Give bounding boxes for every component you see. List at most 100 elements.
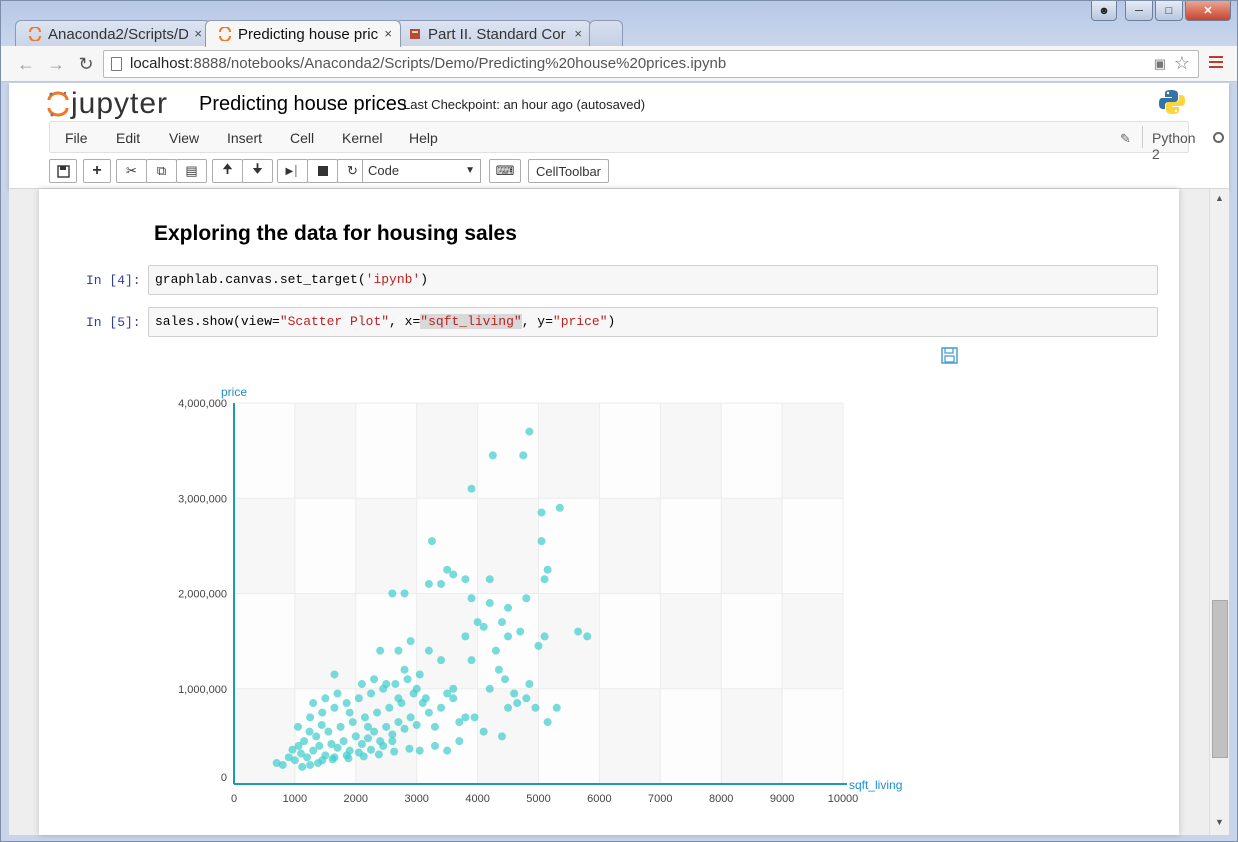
- cut-button[interactable]: ✂: [116, 159, 147, 183]
- grid-cell: [721, 593, 783, 689]
- scatter-point: [455, 737, 464, 746]
- menu-edit[interactable]: Edit: [116, 130, 140, 146]
- scatter-point: [348, 718, 357, 727]
- scatter-point: [406, 713, 415, 722]
- scatter-point: [388, 589, 397, 598]
- code-text: ): [607, 314, 616, 329]
- scroll-up-icon[interactable]: ▲: [1215, 193, 1224, 203]
- scatter-point: [415, 746, 424, 755]
- page-scrollbar[interactable]: ▲ ▼: [1209, 189, 1229, 835]
- tab-strip: Anaconda2/Scripts/D × Predicting house p…: [15, 20, 623, 47]
- code-cell-input[interactable]: sales.show(view="Scatter Plot", x="sqft_…: [148, 307, 1158, 337]
- scroll-down-icon[interactable]: ▼: [1215, 817, 1224, 827]
- menu-cell[interactable]: Cell: [290, 130, 314, 146]
- scatter-point: [303, 753, 312, 762]
- refresh-icon: ↻: [347, 163, 358, 178]
- forward-arrow-icon[interactable]: →: [45, 53, 67, 75]
- scatter-point: [437, 579, 446, 588]
- scatter-point: [382, 722, 391, 731]
- y-tick-label: 2,000,000: [178, 589, 227, 601]
- cell-type-select[interactable]: Code ▼: [362, 159, 481, 183]
- address-bar[interactable]: localhost:8888/notebooks/Anaconda2/Scrip…: [103, 50, 1199, 78]
- grid-cell: [294, 403, 356, 499]
- scatter-point: [583, 632, 592, 641]
- reload-icon[interactable]: ↻: [75, 53, 97, 75]
- scatter-point: [412, 720, 421, 729]
- translate-icon[interactable]: ▣: [1154, 51, 1166, 77]
- insert-cell-button[interactable]: +: [83, 159, 111, 183]
- canvas-save-icon[interactable]: [941, 347, 958, 364]
- code-cell-input[interactable]: graphlab.canvas.set_target('ipynb'): [148, 265, 1158, 295]
- scatter-point: [391, 679, 400, 688]
- notebook-name[interactable]: Predicting house prices: [199, 93, 407, 116]
- scatter-point: [540, 575, 549, 584]
- jupyter-logo-icon: [47, 91, 69, 117]
- tab-close-icon[interactable]: ×: [194, 26, 202, 41]
- close-window-button[interactable]: ✕: [1185, 1, 1231, 21]
- menu-file[interactable]: File: [65, 130, 88, 146]
- scatter-point: [504, 632, 513, 641]
- x-tick-label: 10000: [828, 793, 859, 805]
- scatter-point: [479, 727, 488, 736]
- scatter-point: [504, 703, 513, 712]
- scatter-point: [504, 603, 513, 612]
- scatter-point: [284, 753, 293, 762]
- chrome-menu-icon[interactable]: [1209, 56, 1223, 70]
- scatter-point: [467, 656, 476, 665]
- tab-close-icon[interactable]: ×: [384, 26, 392, 41]
- scatter-point: [363, 734, 372, 743]
- scatter-point: [494, 665, 503, 674]
- scatter-point: [359, 752, 368, 761]
- grid-cell: [234, 403, 295, 499]
- grid-cell: [234, 593, 295, 689]
- tab-part-ii-standard[interactable]: Part II. Standard Cor ×: [395, 20, 591, 47]
- paste-button[interactable]: ▤: [176, 159, 207, 183]
- scatter-point: [409, 689, 418, 698]
- scatter-point: [467, 484, 476, 493]
- run-cell-button[interactable]: ▶│: [277, 159, 308, 183]
- maximize-button[interactable]: □: [1155, 1, 1183, 21]
- bookmark-star-icon[interactable]: ☆: [1174, 50, 1190, 76]
- scatter-point: [497, 732, 506, 741]
- x-tick-label: 6000: [587, 793, 611, 805]
- interrupt-button[interactable]: [307, 159, 338, 183]
- user-profile-icon[interactable]: ☻: [1091, 1, 1117, 21]
- x-tick-label: 8000: [709, 793, 733, 805]
- minimize-button[interactable]: ─: [1125, 1, 1153, 21]
- tab-predicting-house-prices[interactable]: Predicting house pric ×: [205, 20, 401, 47]
- x-axis-label: sqft_living: [849, 778, 902, 792]
- move-up-button[interactable]: 🠉: [212, 159, 243, 183]
- command-palette-button[interactable]: ⌨: [489, 159, 521, 183]
- scatter-point: [403, 675, 412, 684]
- grid-cell: [782, 498, 843, 594]
- scrollbar-thumb[interactable]: [1212, 600, 1228, 758]
- save-button[interactable]: [49, 159, 77, 183]
- scatter-point: [424, 708, 433, 717]
- y-tick-label: 3,000,000: [178, 493, 227, 505]
- scatter-point: [344, 754, 353, 763]
- checkpoint-status: Last Checkpoint: an hour ago (autosaved): [403, 97, 646, 112]
- new-tab-button[interactable]: [589, 20, 623, 47]
- x-tick-label: 4000: [465, 793, 489, 805]
- plus-icon: +: [92, 162, 102, 179]
- menu-kernel[interactable]: Kernel: [342, 130, 382, 146]
- scatter-point: [531, 703, 540, 712]
- celltoolbar-button[interactable]: CellToolbar: [528, 159, 609, 183]
- copy-button[interactable]: ⧉: [146, 159, 177, 183]
- scatter-point: [534, 641, 543, 650]
- pencil-icon[interactable]: ✎: [1120, 131, 1131, 147]
- back-arrow-icon[interactable]: ←: [15, 53, 37, 75]
- scatter-point: [537, 537, 546, 546]
- chevron-down-icon: ▼: [465, 165, 475, 176]
- paste-icon: ▤: [185, 163, 198, 178]
- tab-anaconda-scripts[interactable]: Anaconda2/Scripts/D ×: [15, 20, 211, 47]
- menu-view[interactable]: View: [169, 130, 199, 146]
- arrow-down-icon: 🠋: [252, 161, 263, 176]
- menu-help[interactable]: Help: [409, 130, 438, 146]
- move-down-button[interactable]: 🠋: [242, 159, 273, 183]
- tab-close-icon[interactable]: ×: [574, 26, 582, 41]
- scatter-point: [430, 722, 439, 731]
- y-tick-label: 1,000,000: [178, 684, 227, 696]
- menu-insert[interactable]: Insert: [227, 130, 262, 146]
- jupyter-logo[interactable]: jupyter: [47, 87, 168, 121]
